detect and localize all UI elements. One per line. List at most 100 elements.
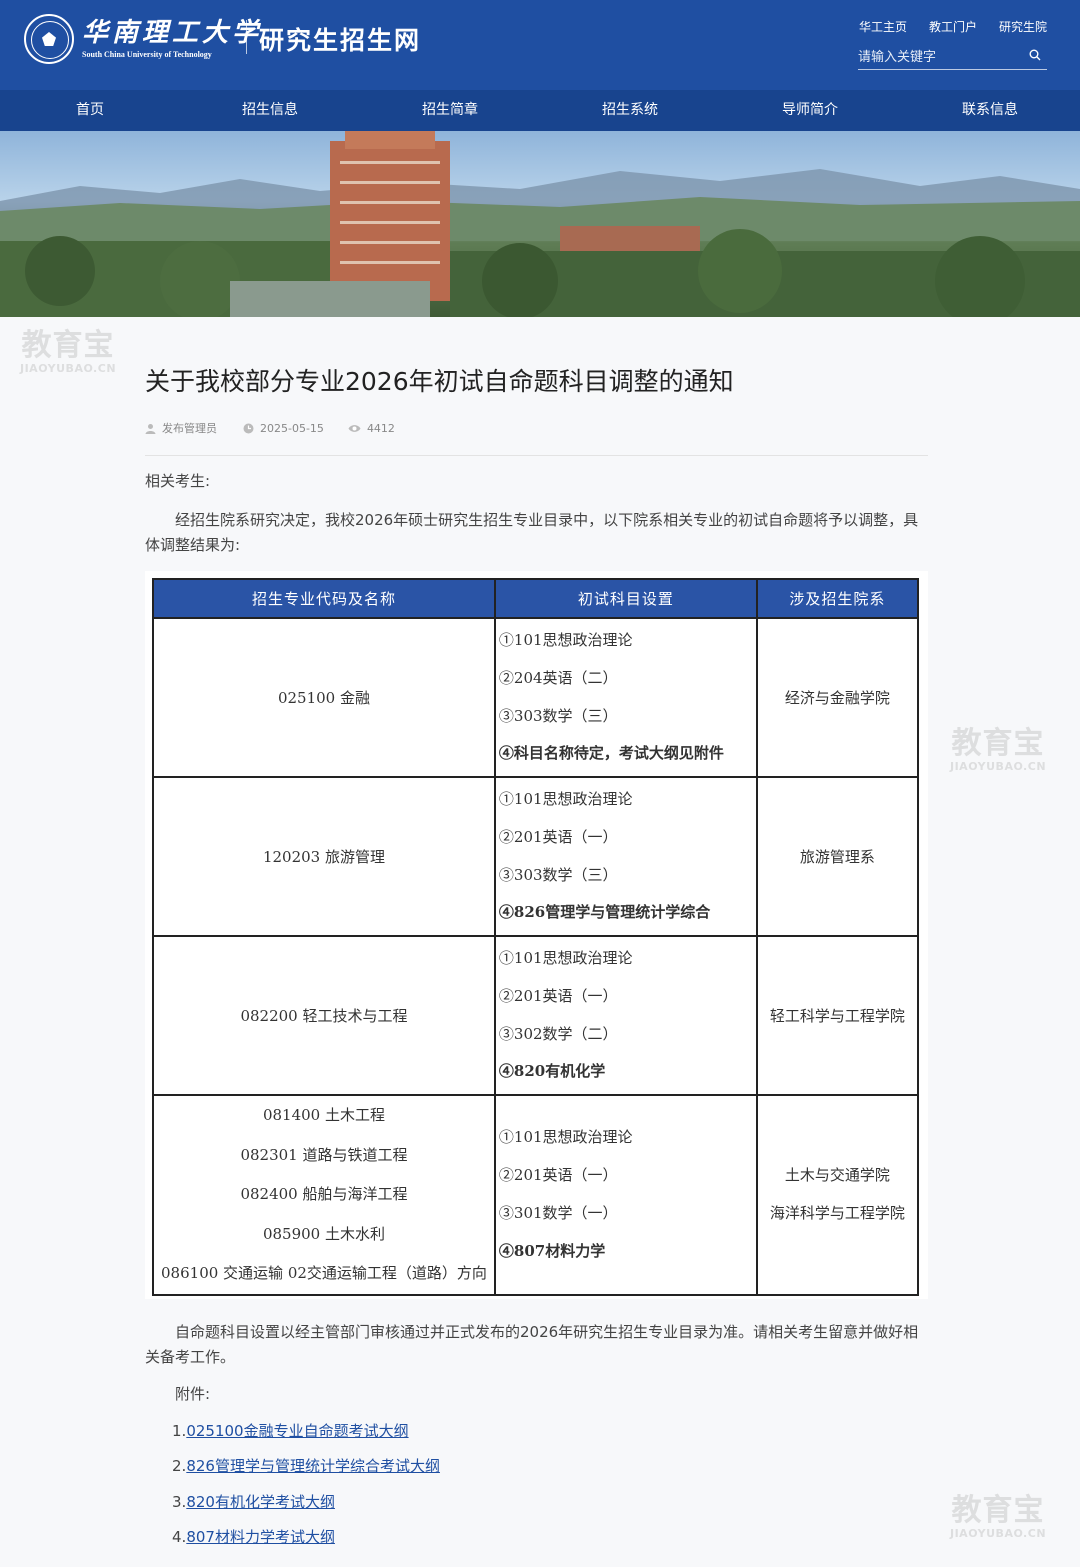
department-cell: 轻工科学与工程学院 xyxy=(755,935,920,1096)
nav-item-admission-system[interactable]: 招生系统 xyxy=(540,90,720,131)
watermark-domain: JIAOYUBAO.CN xyxy=(950,760,1047,773)
attachment-item: 4.807材料力学考试大纲 xyxy=(172,1526,335,1547)
logo-divider xyxy=(246,20,247,54)
university-logo-english: South China University of Technology xyxy=(82,50,212,59)
attachment-link-management[interactable]: 826管理学与管理统计学综合考试大纲 xyxy=(186,1457,440,1475)
article-author: 发布管理员 xyxy=(162,422,217,435)
meta-divider xyxy=(145,455,928,456)
subjects-cell: ①101思想政治理论 ②204英语（二） ③303数学（三） ④科目名称待定，考… xyxy=(493,617,758,778)
attachment-number: 3. xyxy=(172,1493,187,1511)
search-input[interactable] xyxy=(858,49,1018,64)
user-icon xyxy=(145,423,156,434)
subject-item: ②201英语（一） xyxy=(498,1166,618,1185)
watermark: 教育宝 JIAOYUBAO.CN xyxy=(20,328,117,376)
subject-item: ④807材料力学 xyxy=(498,1241,606,1260)
subject-item: ①101思想政治理论 xyxy=(498,1128,633,1147)
watermark-text: 教育宝 xyxy=(951,726,1045,761)
top-links: 华工主页 教工门户 研究生院 xyxy=(859,18,1047,35)
table-row: 120203 旅游管理 ①101思想政治理论 ②201英语（一） ③303数学（… xyxy=(152,776,920,937)
attachment-item: 2.826管理学与管理统计学综合考试大纲 xyxy=(172,1455,440,1476)
attachment-link-finance[interactable]: 025100金融专业自命题考试大纲 xyxy=(186,1422,408,1440)
table-header-row: 招生专业代码及名称 初试科目设置 涉及招生院系 xyxy=(152,578,920,619)
column-header-department: 涉及招生院系 xyxy=(755,578,920,619)
attachments-label: 附件: xyxy=(175,1385,211,1403)
article-title: 关于我校部分专业2026年初试自命题科目调整的通知 xyxy=(145,367,734,396)
article-meta: 发布管理员 2025-05-15 4412 xyxy=(145,420,395,436)
major-cell: 120203 旅游管理 xyxy=(152,776,496,937)
subject-item: ②204英语（二） xyxy=(498,668,618,687)
top-link-staff-portal[interactable]: 教工门户 xyxy=(929,18,977,35)
top-link-graduate-school[interactable]: 研究生院 xyxy=(999,18,1047,35)
major-item: 081400 土木工程 xyxy=(262,1106,385,1124)
subjects-cell: ①101思想政治理论 ②201英语（一） ③302数学（二） ④820有机化学 xyxy=(493,935,758,1096)
clock-icon xyxy=(243,423,254,433)
date-meta: 2025-05-15 xyxy=(243,420,324,436)
major-cell: 025100 金融 xyxy=(152,617,496,778)
greeting: 相关考生: xyxy=(145,472,211,490)
major-item: 086100 交通运输 02交通运输工程（道路）方向 xyxy=(161,1264,487,1283)
university-logo-text[interactable]: 华南理工大学 xyxy=(82,12,262,49)
subject-item: ①101思想政治理论 xyxy=(498,789,633,808)
attachment-number: 1. xyxy=(172,1422,187,1440)
main-nav: 首页 招生信息 招生简章 招生系统 导师简介 联系信息 xyxy=(0,90,1080,131)
major-item: 085900 土木水利 xyxy=(262,1224,385,1243)
watermark: 教育宝 JIAOYUBAO.CN xyxy=(950,726,1047,774)
attachment-item: 1.025100金融专业自命题考试大纲 xyxy=(172,1420,409,1441)
subject-item: ③302数学（二） xyxy=(498,1024,618,1043)
department-cell: 旅游管理系 xyxy=(755,776,920,937)
subject-item: ②201英语（一） xyxy=(498,986,618,1005)
adjustment-table-image: 招生专业代码及名称 初试科目设置 涉及招生院系 025100 金融 ①101思想… xyxy=(145,571,928,1299)
subject-item: ④820有机化学 xyxy=(498,1062,606,1081)
attachment-item: 3.820有机化学考试大纲 xyxy=(172,1491,335,1512)
watermark-domain: JIAOYUBAO.CN xyxy=(20,362,117,375)
subject-item: ①101思想政治理论 xyxy=(498,630,633,649)
major-item: 082301 道路与铁道工程 xyxy=(240,1145,408,1164)
article-date: 2025-05-15 xyxy=(260,421,324,435)
site-name[interactable]: 研究生招生网 xyxy=(259,21,421,57)
major-cell: 082200 轻工技术与工程 xyxy=(152,935,496,1096)
views-meta: 4412 xyxy=(348,420,395,436)
closing-paragraph: 自命题科目设置以经主管部门审核通过并正式发布的2026年研究生招生专业目录为准。… xyxy=(145,1323,919,1366)
top-link-scut-home[interactable]: 华工主页 xyxy=(859,18,907,35)
search-box xyxy=(858,46,1047,70)
nav-item-home[interactable]: 首页 xyxy=(0,90,180,131)
nav-item-supervisors[interactable]: 导师简介 xyxy=(720,90,900,131)
nav-item-admission-info[interactable]: 招生信息 xyxy=(180,90,360,131)
subject-item: ②201英语（一） xyxy=(498,827,618,846)
watermark-text: 教育宝 xyxy=(21,328,115,363)
attachment-link-organic-chemistry[interactable]: 820有机化学考试大纲 xyxy=(186,1493,335,1511)
campus-banner-image xyxy=(0,131,1080,317)
subject-item: ③303数学（三） xyxy=(498,865,618,884)
adjustment-table: 招生专业代码及名称 初试科目设置 涉及招生院系 025100 金融 ①101思想… xyxy=(152,578,920,1296)
column-header-major: 招生专业代码及名称 xyxy=(152,578,496,619)
header-bar: 华南理工大学 South China University of Technol… xyxy=(0,0,1080,90)
watermark-text: 教育宝 xyxy=(951,1493,1045,1528)
attachment-link-mechanics[interactable]: 807材料力学考试大纲 xyxy=(186,1528,335,1546)
major-item: 082400 船舶与海洋工程 xyxy=(240,1185,408,1204)
table-row: 082200 轻工技术与工程 ①101思想政治理论 ②201英语（一） ③302… xyxy=(152,935,920,1096)
search-icon[interactable] xyxy=(1029,49,1041,61)
subject-item: ④科目名称待定，考试大纲见附件 xyxy=(498,744,724,763)
eye-icon xyxy=(348,424,361,432)
department-cell: 经济与金融学院 xyxy=(755,617,920,778)
attachment-number: 2. xyxy=(172,1457,187,1475)
article-views: 4412 xyxy=(366,421,395,435)
nav-item-admission-brochure[interactable]: 招生简章 xyxy=(360,90,540,131)
table-row: 081400 土木工程 082301 道路与铁道工程 082400 船舶与海洋工… xyxy=(152,1094,920,1296)
intro-paragraph: 经招生院系研究决定，我校2026年硕士研究生招生专业目录中，以下院系相关专业的初… xyxy=(145,511,919,554)
subject-item: ③301数学（一） xyxy=(498,1203,618,1222)
major-cell: 081400 土木工程 082301 道路与铁道工程 082400 船舶与海洋工… xyxy=(152,1094,496,1296)
table-row: 025100 金融 ①101思想政治理论 ②204英语（二） ③303数学（三）… xyxy=(152,617,920,778)
department-cell: 土木与交通学院 海洋科学与工程学院 xyxy=(755,1094,920,1296)
subjects-cell: ①101思想政治理论 ②201英语（一） ③301数学（一） ④807材料力学 xyxy=(493,1094,758,1296)
nav-item-contact[interactable]: 联系信息 xyxy=(900,90,1080,131)
column-header-subjects: 初试科目设置 xyxy=(493,578,758,619)
department-item: 土木与交通学院 xyxy=(784,1166,890,1185)
subject-item: ③303数学（三） xyxy=(498,706,618,725)
subjects-cell: ①101思想政治理论 ②201英语（一） ③303数学（三） ④826管理学与管… xyxy=(493,776,758,937)
university-emblem-icon[interactable] xyxy=(24,14,74,64)
department-item: 海洋科学与工程学院 xyxy=(769,1203,905,1222)
author-meta: 发布管理员 xyxy=(145,420,217,436)
attachment-number: 4. xyxy=(172,1528,187,1546)
subject-item: ④826管理学与管理统计学综合 xyxy=(498,903,711,922)
